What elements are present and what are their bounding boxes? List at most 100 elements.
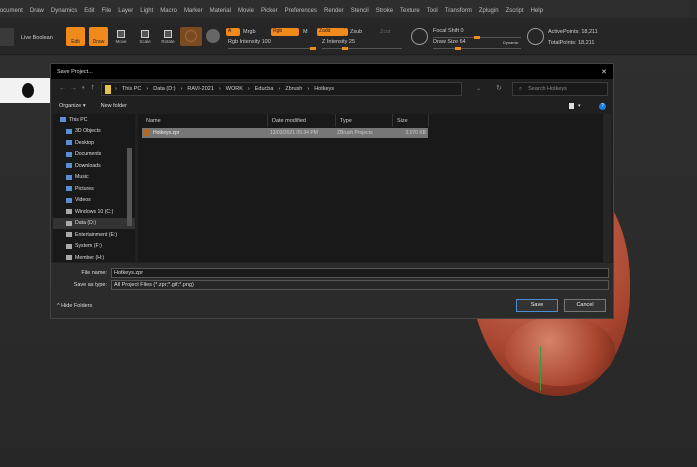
3d-model-lobe xyxy=(505,316,615,386)
a-button[interactable]: A xyxy=(226,28,240,36)
save-button[interactable]: Save xyxy=(516,299,558,312)
cancel-button[interactable]: Cancel xyxy=(564,299,606,312)
texture-sphere-icon[interactable] xyxy=(206,29,220,43)
close-icon[interactable]: ✕ xyxy=(601,68,607,76)
nav-item[interactable]: Music xyxy=(53,172,135,184)
address-row: ← → ▾ ↑ › This PC › Data (D:) › RAVI-2021 › WOR… xyxy=(51,82,613,96)
organize-button[interactable]: Organize ▾ xyxy=(59,103,86,109)
breadcrumb-item[interactable]: Educba xyxy=(255,86,274,92)
search-input[interactable]: ⌕ Search Hotkeys xyxy=(512,82,608,96)
hide-folders-button[interactable]: ^ Hide Folders xyxy=(57,303,92,309)
nav-item[interactable]: Member (H:) xyxy=(53,252,135,262)
menu-item[interactable]: Edit xyxy=(81,8,98,14)
nav-item[interactable]: Pictures xyxy=(53,183,135,195)
breadcrumb-item[interactable]: Hotkeys xyxy=(314,86,334,92)
column-size[interactable]: Size xyxy=(393,114,429,127)
refresh-icon[interactable]: ↻ xyxy=(496,84,502,92)
nav-item[interactable]: 3D Objects xyxy=(53,126,135,138)
breadcrumb-item[interactable]: RAVI-2021 xyxy=(187,86,214,92)
menu-item[interactable]: Zscript xyxy=(502,8,527,14)
zsub-button[interactable]: Zsub xyxy=(350,29,362,35)
address-dropdown-icon[interactable]: ⌄ xyxy=(476,85,481,92)
new-folder-button[interactable]: New folder xyxy=(101,103,127,109)
menu-item[interactable]: Preferences xyxy=(281,8,320,14)
rotate-button[interactable]: Rotate xyxy=(159,28,177,46)
rgb-intensity-slider[interactable] xyxy=(228,47,316,50)
menu-item[interactable]: Document xyxy=(0,8,26,14)
menu-item[interactable]: Render xyxy=(321,8,348,14)
nav-item[interactable]: Windows 10 (C:) xyxy=(53,206,135,218)
nav-item[interactable]: Data (D:) xyxy=(53,217,135,229)
material-button[interactable] xyxy=(180,27,202,46)
rotate-label: Rotate xyxy=(161,39,175,44)
menu-item[interactable]: Transform xyxy=(441,8,475,14)
tool-thumbnail[interactable] xyxy=(0,28,14,46)
menu-item[interactable]: Stroke xyxy=(372,8,396,14)
file-name-input[interactable]: Hotkeys.zpr xyxy=(111,268,609,278)
menu-item[interactable]: Tool xyxy=(423,8,441,14)
help-icon[interactable]: ? xyxy=(599,102,606,110)
nav-item[interactable]: System (F:) xyxy=(53,241,135,253)
breadcrumb-item[interactable]: Zbrush xyxy=(285,86,302,92)
focal-shift-slider[interactable] xyxy=(433,36,521,39)
breadcrumb[interactable]: › This PC › Data (D:) › RAVI-2021 › WORK › Educba… xyxy=(101,82,462,96)
menu-item[interactable]: Stencil xyxy=(347,8,372,14)
move-button[interactable]: Move xyxy=(112,28,130,46)
view-options-icon[interactable] xyxy=(569,103,574,109)
live-boolean-button[interactable]: Live Boolean xyxy=(21,35,53,41)
column-name[interactable]: Name xyxy=(138,114,268,127)
column-type[interactable]: Type xyxy=(336,114,393,127)
axis-line xyxy=(540,346,541,391)
file-list-scrollbar[interactable] xyxy=(603,114,611,262)
menu-item[interactable]: Macro xyxy=(157,8,181,14)
brush-focal-icon[interactable] xyxy=(411,28,428,45)
forward-arrow-icon[interactable]: → xyxy=(70,85,77,92)
breadcrumb-item[interactable]: WORK xyxy=(226,86,243,92)
menu-item[interactable]: File xyxy=(98,8,115,14)
menu-item[interactable]: Layer xyxy=(115,8,137,14)
nav-item[interactable]: This PC xyxy=(53,114,135,126)
menu-item[interactable]: Help xyxy=(527,8,546,14)
zadd-button[interactable]: Zadd xyxy=(317,28,345,36)
nav-item[interactable]: Entertainment (E:) xyxy=(53,229,135,241)
z-intensity-slider[interactable] xyxy=(322,47,402,50)
menu-item[interactable]: Marker xyxy=(180,8,206,14)
nav-scrollbar[interactable] xyxy=(127,148,132,226)
nav-item[interactable]: Downloads xyxy=(53,160,135,172)
column-date[interactable]: Date modified xyxy=(268,114,336,127)
move-label: Move xyxy=(115,39,127,44)
menu-item[interactable]: Dynamics xyxy=(47,8,80,14)
scale-button[interactable]: Scale xyxy=(136,28,154,46)
save-type-select[interactable]: All Project Files (*.zpr;*.gif;*.png) xyxy=(111,280,609,290)
nav-item[interactable]: Documents xyxy=(53,149,135,161)
zcut-button[interactable]: Zcut xyxy=(380,29,391,35)
menu-item[interactable]: Zplugin xyxy=(475,8,502,14)
brush-d-icon[interactable] xyxy=(527,28,544,45)
dynamic-button[interactable]: Dynamic xyxy=(503,40,519,45)
view-dropdown-icon[interactable]: ▾ xyxy=(578,103,581,109)
breadcrumb-separator-icon: › xyxy=(218,86,221,92)
menu-item[interactable]: Movie xyxy=(234,8,257,14)
breadcrumb-item[interactable]: Data (D:) xyxy=(153,86,175,92)
breadcrumb-item[interactable]: This PC xyxy=(122,86,142,92)
file-row[interactable]: Hotkeys.zpr 13/03/2021 05:34 PM ZBrush P… xyxy=(142,128,428,138)
menu-item[interactable]: Light xyxy=(137,8,157,14)
draw-button[interactable]: Draw xyxy=(89,27,108,46)
menu-item[interactable]: Picker xyxy=(257,8,281,14)
mrgb-button[interactable]: Mrgb xyxy=(243,29,256,35)
nav-item-icon xyxy=(66,197,72,203)
rgb-button[interactable]: Rgb xyxy=(271,28,299,36)
rgb-intensity-label: Rgb Intensity 100 xyxy=(228,39,271,45)
draw-size-slider[interactable] xyxy=(433,47,521,50)
recent-dropdown-icon[interactable]: ▾ xyxy=(82,85,85,91)
m-button[interactable]: M xyxy=(303,29,308,35)
nav-item[interactable]: Videos xyxy=(53,195,135,207)
nav-item[interactable]: Desktop xyxy=(53,137,135,149)
menu-item[interactable]: Texture xyxy=(397,8,424,14)
edit-button[interactable]: Edit xyxy=(66,27,85,46)
back-arrow-icon[interactable]: ← xyxy=(59,85,66,92)
nav-item-label: Data (D:) xyxy=(75,220,97,227)
menu-item[interactable]: Material xyxy=(206,8,234,14)
menu-item[interactable]: Draw xyxy=(26,8,47,14)
up-arrow-icon[interactable]: ↑ xyxy=(91,84,95,91)
